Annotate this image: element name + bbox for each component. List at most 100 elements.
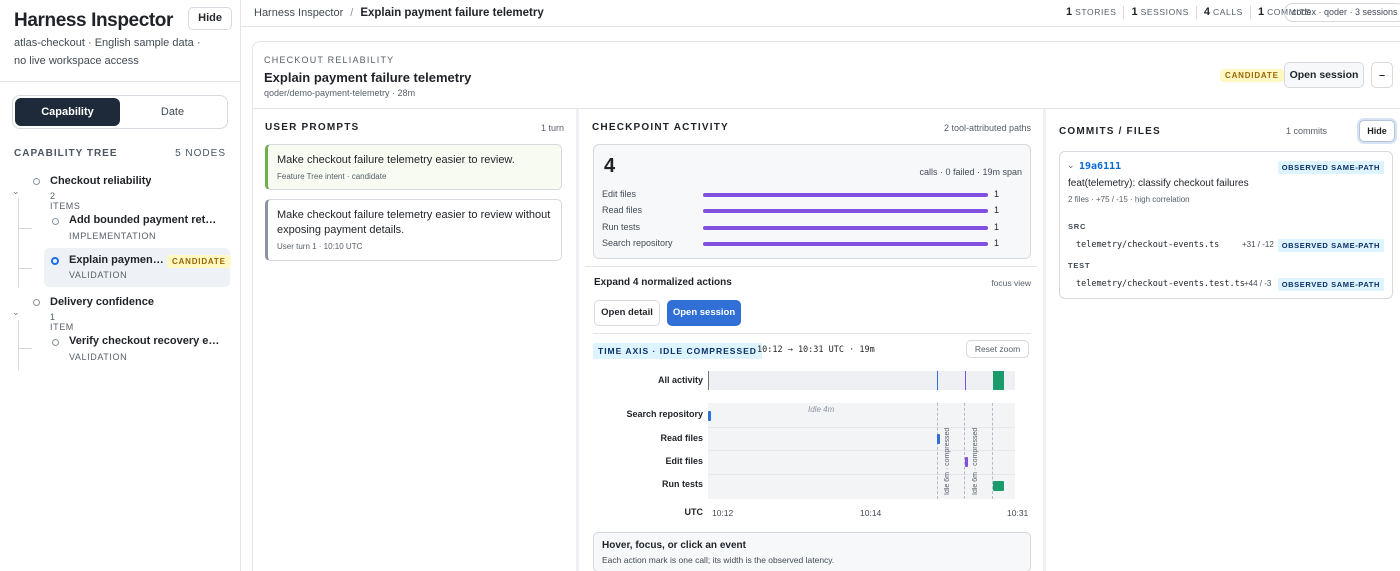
timeline-lanes-area: Idle 4m Idle 6m · compressed Idle 6m · c… bbox=[708, 403, 1015, 499]
summary-stats: 1 STORIES 1 SESSIONS 4 CALLS 1 COMMITS bbox=[1059, 6, 1318, 19]
breadcrumb-root[interactable]: Harness Inspector bbox=[254, 7, 343, 19]
metric-bar bbox=[703, 226, 988, 230]
item-title: Explain payment… bbox=[69, 254, 164, 266]
node-dot-icon bbox=[52, 218, 59, 225]
group-title: Checkout reliability bbox=[50, 175, 152, 187]
open-session-button[interactable]: Open session bbox=[1284, 62, 1364, 88]
expand-actions-label[interactable]: Expand 4 normalized actions bbox=[594, 277, 732, 288]
segment-date[interactable]: Date bbox=[120, 98, 225, 126]
open-detail-button[interactable]: Open detail bbox=[594, 300, 660, 326]
prompt-meta: Feature Tree intent · candidate bbox=[277, 172, 387, 181]
lane-label: Read files bbox=[660, 433, 703, 443]
activity-mark[interactable] bbox=[708, 371, 709, 390]
group-title: Delivery confidence bbox=[50, 296, 154, 308]
axis-label: UTC bbox=[684, 507, 704, 517]
sidebar-header: Harness Inspector Hide atlas-checkout · … bbox=[0, 0, 240, 82]
axis-tick: 10:31 bbox=[1007, 508, 1029, 518]
metric-row: Edit files 1 bbox=[602, 189, 999, 201]
call-metrics-card: 4 calls · 0 failed · 19m span Edit files… bbox=[593, 144, 1031, 259]
workspace-subtitle: atlas-checkout · English sample data · n… bbox=[14, 37, 201, 67]
lane-label: Search repository bbox=[626, 409, 703, 419]
metric-value: 1 bbox=[994, 238, 1000, 248]
prompt-meta: User turn 1 · 10:10 UTC bbox=[277, 242, 363, 251]
candidate-badge: CANDIDATE bbox=[167, 255, 231, 268]
metric-row: Read files 1 bbox=[602, 205, 1000, 217]
story-card: CHECKOUT RELIABILITY Explain payment fai… bbox=[252, 41, 1400, 571]
metric-row: Run tests 1 bbox=[602, 222, 1000, 234]
story-branch-meta: qoder/demo-payment-telemetry · 28m bbox=[264, 88, 416, 98]
file-path[interactable]: telemetry/checkout-events.ts bbox=[1076, 240, 1219, 250]
group-count: 1 ITEM bbox=[50, 312, 74, 332]
prompt-feature-intent[interactable]: Make checkout failure telemetry easier t… bbox=[265, 144, 562, 190]
session-sources-chip[interactable]: codex · qoder · 3 sessions bbox=[1284, 3, 1400, 22]
candidate-badge: CANDIDATE bbox=[1220, 69, 1284, 82]
story-title: Explain payment failure telemetry bbox=[264, 70, 472, 85]
observed-same-path-badge: OBSERVED SAME-PATH bbox=[1277, 278, 1384, 291]
prompt-text: Make checkout failure telemetry easier t… bbox=[277, 154, 515, 166]
stat-stories: 1 STORIES bbox=[1059, 6, 1125, 19]
tree-guide-line bbox=[18, 268, 32, 269]
chevron-down-icon[interactable]: ⌄ bbox=[1067, 160, 1075, 171]
prompts-turn-count: 1 turn bbox=[540, 123, 564, 133]
stat-calls: 4 CALLS bbox=[1197, 6, 1251, 19]
item-title: Verify checkout recovery evi… bbox=[69, 335, 221, 347]
segment-capability[interactable]: Capability bbox=[15, 98, 120, 126]
metric-row: Search repository 1 bbox=[602, 238, 1000, 250]
node-dot-icon bbox=[52, 339, 59, 346]
tree-node-count: 5 NODES bbox=[175, 148, 226, 159]
event-mark-read[interactable] bbox=[937, 434, 940, 444]
activity-mark[interactable] bbox=[937, 371, 938, 390]
focus-view-link[interactable]: focus view bbox=[991, 278, 1031, 288]
chevron-down-icon[interactable]: ⌄ bbox=[12, 307, 20, 318]
commits-heading: COMMITS / FILES bbox=[1059, 126, 1161, 137]
chevron-down-icon[interactable]: ⌄ bbox=[12, 186, 20, 197]
stat-sessions: 1 SESSIONS bbox=[1124, 6, 1197, 19]
sidebar: Harness Inspector Hide atlas-checkout · … bbox=[0, 0, 241, 571]
metric-label: Read files bbox=[602, 205, 643, 215]
metric-value: 1 bbox=[994, 222, 1000, 232]
open-session-button[interactable]: Open session bbox=[667, 300, 741, 326]
metric-label: Run tests bbox=[602, 222, 641, 232]
hint-text: Each action mark is one call; its width … bbox=[602, 555, 835, 565]
commit-card[interactable]: ⌄ 19a6111 OBSERVED SAME-PATH feat(teleme… bbox=[1059, 151, 1393, 299]
prompt-user-turn-1[interactable]: Make checkout failure telemetry easier t… bbox=[265, 199, 562, 261]
event-mark-tests[interactable] bbox=[993, 481, 1004, 491]
tree-heading-label: CAPABILITY TREE bbox=[14, 148, 118, 159]
event-mark-edit[interactable] bbox=[965, 457, 968, 467]
idle-gap-label: Idle 4m bbox=[808, 405, 835, 414]
tree-guide-line bbox=[18, 320, 19, 370]
collapse-story-button[interactable]: – bbox=[1371, 62, 1393, 88]
commits-files-panel: COMMITS / FILES 1 commits Hide ⌄ 19a6111… bbox=[1046, 109, 1400, 571]
axis-tick: 10:12 bbox=[712, 508, 734, 518]
reset-zoom-button[interactable]: Reset zoom bbox=[966, 340, 1029, 358]
commit-message: feat(telemetry): classify checkout failu… bbox=[1068, 178, 1249, 189]
commit-hash[interactable]: 19a6111 bbox=[1079, 161, 1121, 172]
file-group-src: SRC bbox=[1068, 222, 1087, 231]
top-bar: Harness Inspector / Explain payment failur… bbox=[241, 0, 1400, 27]
activity-mark[interactable] bbox=[993, 371, 1004, 390]
view-mode-toggle: Capability Date bbox=[12, 95, 228, 129]
activity-mark[interactable] bbox=[965, 371, 966, 390]
time-axis-badge: TIME AXIS · IDLE COMPRESSED bbox=[593, 343, 762, 359]
hint-title: Hover, focus, or click an event bbox=[602, 540, 746, 551]
active-node-dot-icon bbox=[51, 257, 59, 265]
item-kind: IMPLEMENTATION bbox=[69, 231, 157, 241]
hide-sidebar-button[interactable]: Hide bbox=[188, 7, 232, 30]
file-path[interactable]: telemetry/checkout-events.test.ts bbox=[1076, 279, 1245, 289]
prompts-heading: USER PROMPTS bbox=[265, 122, 360, 133]
checkpoint-paths: 2 tool-attributed paths bbox=[943, 123, 1031, 133]
item-kind: VALIDATION bbox=[69, 352, 128, 362]
hide-commits-button[interactable]: Hide bbox=[1359, 120, 1395, 142]
section-divider bbox=[585, 266, 1037, 267]
tree-guide-line bbox=[18, 348, 32, 349]
metric-value: 1 bbox=[994, 205, 1000, 215]
observed-same-path-badge: OBSERVED SAME-PATH bbox=[1277, 239, 1384, 252]
lane-label: Run tests bbox=[661, 479, 703, 489]
event-hint-box: Hover, focus, or click an event Each act… bbox=[593, 532, 1031, 571]
tree-guide-line bbox=[18, 198, 19, 288]
group-count: 2 ITEMS bbox=[50, 191, 81, 211]
event-mark-search[interactable] bbox=[708, 411, 711, 421]
breadcrumb-separator: / bbox=[350, 7, 354, 19]
axis-tick: 10:14 bbox=[860, 508, 882, 518]
prompt-text: Make checkout failure telemetry easier t… bbox=[277, 209, 551, 236]
